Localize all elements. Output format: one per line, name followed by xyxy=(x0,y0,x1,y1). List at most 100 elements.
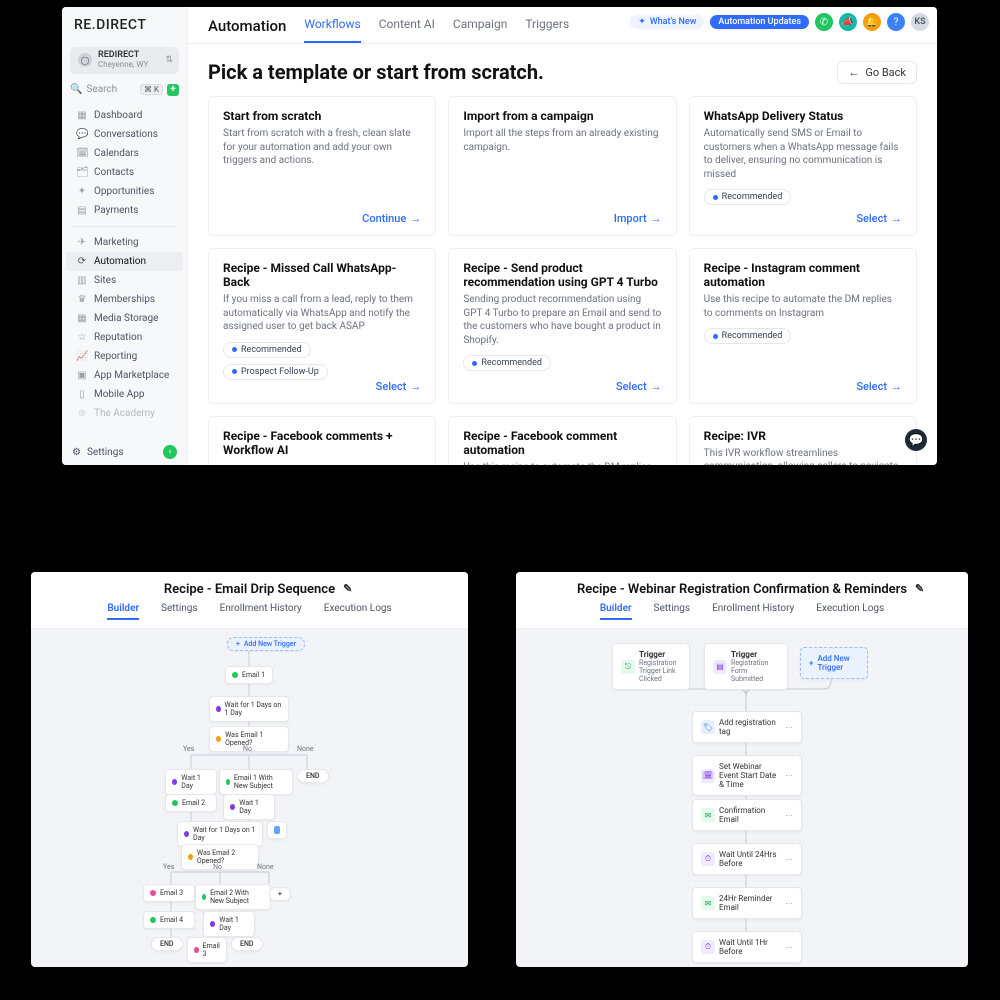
end-node[interactable]: + xyxy=(269,887,291,901)
flow-canvas[interactable]: +Add New Trigger Email 1 Wait for 1 Days… xyxy=(31,629,468,967)
flow-node[interactable]: Wait for 1 Days on 1 Day xyxy=(209,696,289,722)
add-trigger-node[interactable]: +Add New Trigger xyxy=(227,637,305,651)
end-node[interactable]: END xyxy=(231,937,263,951)
sidebar-item-settings[interactable]: ⚙ Settings xyxy=(72,447,123,458)
flow-node[interactable]: ⏱Wait Until 24Hrs Before⋯ xyxy=(692,843,802,875)
pencil-icon[interactable]: ✎ xyxy=(915,582,924,595)
flow-node[interactable]: ⏱Wait Until 1Hr Before⋯ xyxy=(692,931,802,963)
flow-node[interactable] xyxy=(267,821,287,839)
menu-icon[interactable]: ⋯ xyxy=(785,855,793,864)
sidebar-item-academy[interactable]: ⊕The Academy xyxy=(66,404,183,423)
sparkle-icon: ✦ xyxy=(638,17,646,27)
flow-node[interactable]: Wait 1 Day xyxy=(203,911,255,937)
end-node[interactable]: END xyxy=(297,769,329,783)
card-import-campaign[interactable]: Import from a campaign Import all the st… xyxy=(448,96,676,236)
flow-node[interactable]: ✉Confirmation Email⋯ xyxy=(692,799,802,831)
sidebar-item-dashboard[interactable]: ▦Dashboard xyxy=(66,106,183,125)
import-button[interactable]: Import→ xyxy=(614,212,662,225)
search-kbd: ⌘ K xyxy=(140,84,163,95)
flow-node[interactable]: Email 3 xyxy=(187,937,227,963)
flow-node[interactable]: Email 4 xyxy=(143,911,195,929)
select-button[interactable]: Select→ xyxy=(376,380,422,393)
bell-icon[interactable]: 🔔 xyxy=(863,13,881,31)
sidebar-item-calendars[interactable]: 🗓Calendars xyxy=(66,144,183,163)
ptab-builder[interactable]: Builder xyxy=(600,603,632,620)
sites-icon: ▥ xyxy=(76,275,88,286)
select-button[interactable]: Select→ xyxy=(616,380,662,393)
select-button[interactable]: Select→ xyxy=(856,212,902,225)
search-row[interactable]: 🔍 Search ⌘ K + xyxy=(70,84,179,96)
trigger-node[interactable]: ▤ TriggerRegistration Form Submitted xyxy=(704,643,788,690)
flow-node[interactable]: Email 1 With New Subject xyxy=(219,769,293,795)
sidebar-item-opportunities[interactable]: ✦Opportunities xyxy=(66,182,183,201)
tab-workflows[interactable]: Workflows xyxy=(304,17,360,43)
ptab-execution[interactable]: Execution Logs xyxy=(816,603,884,620)
branch-label: No xyxy=(213,863,222,871)
go-back-button[interactable]: ←Go Back xyxy=(837,61,917,84)
card-fb-comment[interactable]: Recipe - Facebook comment automation Use… xyxy=(448,416,676,466)
flow-node[interactable]: Wait 1 Day xyxy=(223,794,275,820)
link-icon: ⎋ xyxy=(621,660,635,674)
add-trigger-node[interactable]: +Add New Trigger xyxy=(800,647,868,679)
org-switcher[interactable]: ◯ REDIRECT Cheyenne, WY ⇅ xyxy=(70,47,179,74)
continue-button[interactable]: Continue→ xyxy=(362,212,421,225)
card-gpt4-turbo[interactable]: Recipe - Send product recommendation usi… xyxy=(448,248,676,404)
sidebar-item-media-storage[interactable]: ▦Media Storage xyxy=(66,309,183,328)
flow-node[interactable]: ✉24Hr Reminder Email⋯ xyxy=(692,887,802,919)
sidebar-item-reputation[interactable]: ☆Reputation xyxy=(66,328,183,347)
sidebar-item-reporting[interactable]: 📈Reporting xyxy=(66,347,183,366)
tab-triggers[interactable]: Triggers xyxy=(525,17,569,43)
card-fb-workflow-ai[interactable]: Recipe - Facebook comments + Workflow AI xyxy=(208,416,436,466)
sidebar-item-mobile-app[interactable]: ▯Mobile App xyxy=(66,385,183,404)
ptab-enrollment[interactable]: Enrollment History xyxy=(712,603,794,620)
ptab-settings[interactable]: Settings xyxy=(161,603,198,620)
card-missed-call[interactable]: Recipe - Missed Call WhatsApp-Back If yo… xyxy=(208,248,436,404)
card-instagram[interactable]: Recipe - Instagram comment automation Us… xyxy=(689,248,917,404)
menu-icon[interactable]: ⋯ xyxy=(785,811,793,820)
chat-fab[interactable]: 💬 xyxy=(905,429,927,451)
card-start-from-scratch[interactable]: Start from scratch Start from scratch wi… xyxy=(208,96,436,236)
help-icon[interactable]: ? xyxy=(887,13,905,31)
menu-icon[interactable]: ⋯ xyxy=(785,943,793,952)
sidebar-item-marketing[interactable]: ✈Marketing xyxy=(66,233,183,252)
menu-icon[interactable]: ⋯ xyxy=(785,771,793,780)
sidebar-item-automation[interactable]: ⟳Automation xyxy=(66,252,183,271)
ptab-execution[interactable]: Execution Logs xyxy=(324,603,392,620)
ptab-settings[interactable]: Settings xyxy=(654,603,691,620)
flow-node[interactable]: Wait 1 Day xyxy=(165,769,217,795)
flow-node[interactable]: 🏷Add registration tag⋯ xyxy=(692,711,802,743)
flow-node[interactable]: Email 3 xyxy=(143,884,195,902)
card-whatsapp-delivery[interactable]: WhatsApp Delivery Status Automatically s… xyxy=(689,96,917,236)
flow-canvas[interactable]: ⎋ TriggerRegistration Trigger Link Click… xyxy=(516,629,968,967)
whats-new-button[interactable]: ✦What's New xyxy=(630,15,704,29)
flow-node[interactable]: Email 2 xyxy=(165,794,217,812)
ptab-builder[interactable]: Builder xyxy=(107,603,139,620)
sidebar-item-sites[interactable]: ▥Sites xyxy=(66,271,183,290)
add-button[interactable]: + xyxy=(167,84,179,96)
card-ivr[interactable]: Recipe: IVR This IVR workflow streamline… xyxy=(689,416,917,466)
sidebar-item-contacts[interactable]: 🗂Contacts xyxy=(66,163,183,182)
select-button[interactable]: Select→ xyxy=(856,380,902,393)
end-node[interactable]: END xyxy=(151,937,183,951)
flow-node[interactable]: 🗓Set Webinar Event Start Date & Time⋯ xyxy=(692,755,802,796)
flow-node[interactable]: Email 1 xyxy=(225,666,273,684)
announce-icon[interactable]: 📣 xyxy=(839,13,857,31)
tab-campaign[interactable]: Campaign xyxy=(453,17,507,43)
user-avatar[interactable]: KS xyxy=(911,13,929,31)
trigger-node[interactable]: ⎋ TriggerRegistration Trigger Link Click… xyxy=(612,643,690,690)
menu-icon[interactable]: ⋯ xyxy=(785,723,793,732)
sidebar-item-payments[interactable]: ▤Payments xyxy=(66,201,183,220)
flow-node[interactable]: Email 2 With New Subject xyxy=(195,884,271,910)
pencil-icon[interactable]: ✎ xyxy=(343,582,352,595)
automation-updates-button[interactable]: Automation Updates xyxy=(710,15,809,29)
sidebar-item-app-marketplace[interactable]: ▣App Marketplace xyxy=(66,366,183,385)
ptab-enrollment[interactable]: Enrollment History xyxy=(220,603,302,620)
collapse-sidebar-button[interactable]: ‹ xyxy=(163,445,177,459)
tab-content-ai[interactable]: Content AI xyxy=(379,17,435,43)
menu-icon[interactable]: ⋯ xyxy=(785,899,793,908)
phone-icon[interactable]: ✆ xyxy=(815,13,833,31)
panel-tabs: Builder Settings Enrollment History Exec… xyxy=(31,603,468,629)
chat-icon: 💬 xyxy=(76,129,88,140)
sidebar-item-conversations[interactable]: 💬Conversations xyxy=(66,125,183,144)
sidebar-item-memberships[interactable]: ♛Memberships xyxy=(66,290,183,309)
